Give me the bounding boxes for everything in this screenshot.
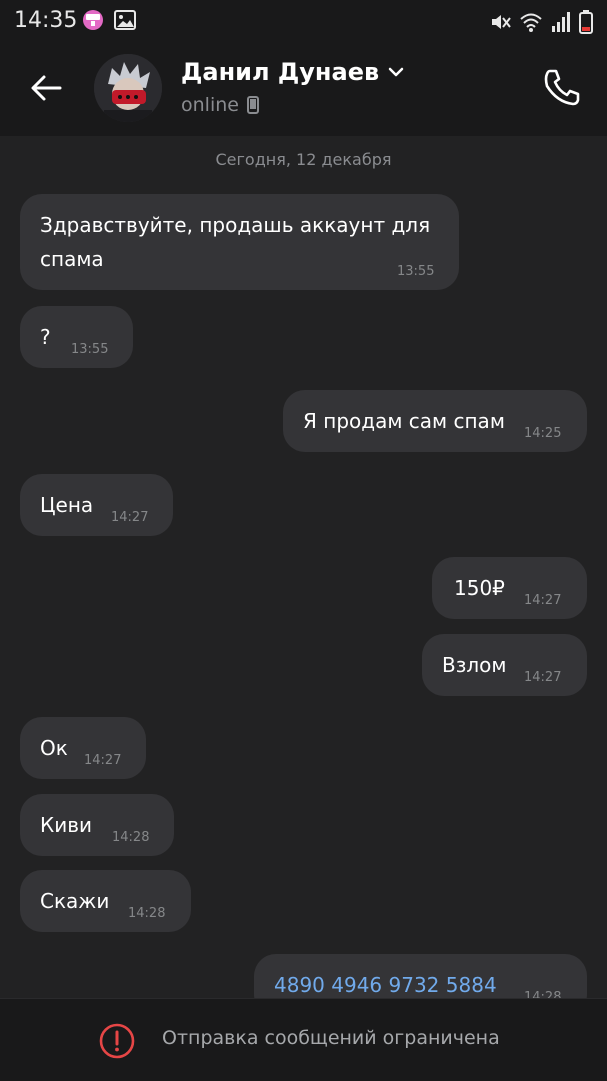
message-text: Взлом [442, 653, 507, 677]
wifi-icon [520, 13, 542, 32]
contact-status: online [181, 94, 239, 116]
message-time: 14:27 [524, 593, 562, 608]
message-time: 14:27 [111, 510, 149, 525]
message-text: 150₽ [454, 576, 505, 600]
message-time: 13:55 [397, 264, 435, 279]
mute-icon [492, 15, 511, 29]
message-text-line2: спама [40, 247, 104, 271]
message-text: Киви [40, 813, 92, 837]
outgoing-message[interactable]: 4890 4946 9732 5884 14:28 [254, 954, 587, 998]
message-text: ? [40, 325, 51, 349]
contact-status-row: online [181, 94, 259, 116]
message-time: 14:25 [524, 426, 562, 441]
incoming-message[interactable]: ? 13:55 [20, 306, 133, 368]
status-bar: 14:35 [0, 0, 607, 44]
message-time: 14:28 [128, 906, 166, 921]
message-time: 14:28 [112, 830, 150, 845]
chevron-down-icon[interactable] [387, 66, 405, 78]
call-button-phone-icon[interactable] [541, 66, 583, 108]
message-time: 14:27 [84, 753, 122, 768]
status-time: 14:35 [14, 8, 78, 33]
message-text: Я продам сам спам [303, 409, 505, 433]
chat-header: Данил Дунаев online [0, 44, 607, 136]
messaging-restricted-bar: Отправка сообщений ограничена [0, 998, 607, 1081]
vk-messenger-notification-icon [83, 10, 103, 30]
outgoing-message[interactable]: Я продам сам спам 14:25 [283, 390, 587, 452]
incoming-message[interactable]: Киви 14:28 [20, 794, 174, 856]
gallery-notification-icon [114, 10, 136, 30]
signal-icon [552, 12, 570, 32]
incoming-message[interactable]: Здравствуйте, продашь аккаунт для спама … [20, 194, 459, 290]
date-separator: Сегодня, 12 декабря [215, 150, 392, 169]
battery-low-icon [579, 10, 593, 34]
back-arrow-icon[interactable] [26, 68, 66, 108]
outgoing-message[interactable]: Взлом 14:27 [422, 634, 587, 696]
outgoing-message[interactable]: 150₽ 14:27 [432, 557, 587, 619]
message-time: 14:28 [524, 990, 562, 998]
contact-name[interactable]: Данил Дунаев [181, 58, 379, 86]
message-time: 14:27 [524, 670, 562, 685]
warning-icon [99, 1023, 135, 1059]
messaging-restricted-text: Отправка сообщений ограничена [162, 1027, 500, 1049]
message-text-line1: Здравствуйте, продашь аккаунт для [40, 213, 431, 237]
incoming-message[interactable]: Скажи 14:28 [20, 870, 191, 932]
incoming-message[interactable]: Ок 14:27 [20, 717, 146, 779]
message-text: Скажи [40, 889, 110, 913]
status-icons [489, 10, 593, 34]
message-text: Цена [40, 493, 94, 517]
contact-name-row[interactable]: Данил Дунаев [181, 58, 405, 86]
avatar-anime-character-icon [94, 54, 162, 122]
message-list[interactable]: Сегодня, 12 декабря Здравствуйте, продаш… [0, 136, 607, 998]
message-link-text[interactable]: 4890 4946 9732 5884 [274, 970, 497, 998]
mobile-device-icon [246, 96, 259, 114]
incoming-message[interactable]: Цена 14:27 [20, 474, 173, 536]
message-time: 13:55 [71, 342, 109, 357]
avatar[interactable] [94, 54, 162, 122]
message-text: Ок [40, 736, 68, 760]
